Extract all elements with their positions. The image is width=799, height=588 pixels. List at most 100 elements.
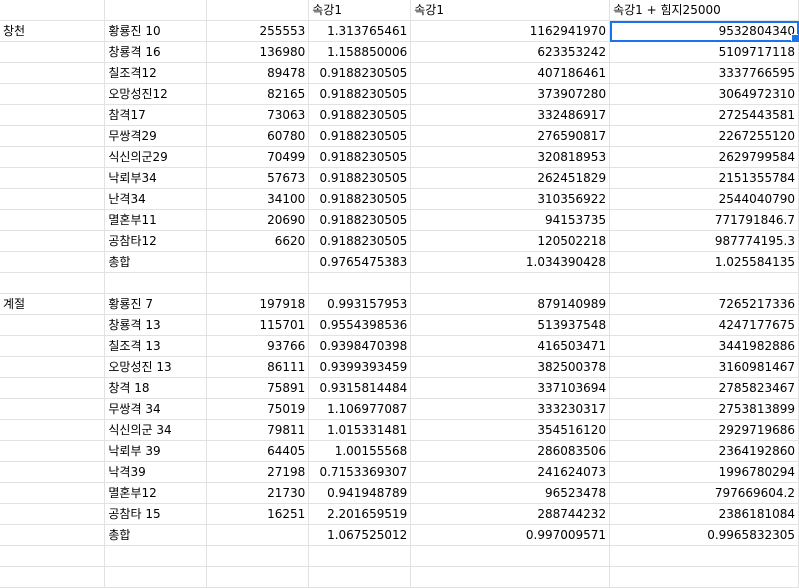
cell[interactable]: 멸혼부11 xyxy=(104,209,208,231)
cell[interactable]: 16251 xyxy=(206,503,310,525)
cell[interactable]: 86111 xyxy=(206,356,310,378)
cell[interactable]: 34100 xyxy=(206,188,310,210)
cell[interactable]: 2.201659519 xyxy=(308,503,412,525)
cell[interactable]: 255553 xyxy=(206,20,310,42)
cell[interactable]: 난격34 xyxy=(104,188,208,210)
cell[interactable]: 2753813899 xyxy=(609,398,799,420)
cell[interactable] xyxy=(0,314,106,336)
cell[interactable]: 0.9188230505 xyxy=(308,188,412,210)
cell[interactable]: 416503471 xyxy=(410,335,611,357)
cell[interactable]: 무쌍격29 xyxy=(104,125,208,147)
cell[interactable]: 262451829 xyxy=(410,167,611,189)
cell[interactable]: 1.015331481 xyxy=(308,419,412,441)
cell[interactable] xyxy=(0,545,106,567)
cell[interactable]: 771791846.7 xyxy=(609,209,799,231)
cell[interactable]: 1.106977087 xyxy=(308,398,412,420)
cell[interactable]: 332486917 xyxy=(410,104,611,126)
cell[interactable]: 82165 xyxy=(206,83,310,105)
cell[interactable]: 총합 xyxy=(104,524,208,546)
cell[interactable] xyxy=(206,566,310,588)
cell[interactable] xyxy=(0,356,106,378)
cell[interactable]: 0.9188230505 xyxy=(308,230,412,252)
cell[interactable] xyxy=(0,230,106,252)
cell[interactable]: 197918 xyxy=(206,293,310,315)
cell[interactable]: 2364192860 xyxy=(609,440,799,462)
cell[interactable]: 낙뢰부34 xyxy=(104,167,208,189)
cell[interactable]: 320818953 xyxy=(410,146,611,168)
cell[interactable] xyxy=(0,440,106,462)
header-cell[interactable] xyxy=(0,0,106,21)
cell[interactable] xyxy=(0,209,106,231)
cell[interactable]: 0.9399393459 xyxy=(308,356,412,378)
cell[interactable]: 공참타 15 xyxy=(104,503,208,525)
cell[interactable]: 0.9188230505 xyxy=(308,125,412,147)
cell[interactable] xyxy=(0,419,106,441)
cell[interactable] xyxy=(0,335,106,357)
cell[interactable]: 멸혼부12 xyxy=(104,482,208,504)
cell[interactable] xyxy=(0,104,106,126)
cell[interactable]: 73063 xyxy=(206,104,310,126)
cell[interactable] xyxy=(0,251,106,273)
cell[interactable]: 0.9554398536 xyxy=(308,314,412,336)
cell[interactable] xyxy=(609,272,799,294)
cell[interactable]: 낙뢰부 39 xyxy=(104,440,208,462)
cell[interactable]: 21730 xyxy=(206,482,310,504)
cell[interactable]: 황룡진 10 xyxy=(104,20,208,42)
cell[interactable]: 2386181084 xyxy=(609,503,799,525)
cell[interactable]: 1162941970 xyxy=(410,20,611,42)
cell[interactable]: 0.9398470398 xyxy=(308,335,412,357)
cell[interactable] xyxy=(308,272,412,294)
cell[interactable]: 0.9315814484 xyxy=(308,377,412,399)
cell[interactable]: 310356922 xyxy=(410,188,611,210)
cell[interactable]: 창격 18 xyxy=(104,377,208,399)
cell[interactable] xyxy=(206,272,310,294)
cell[interactable] xyxy=(0,398,106,420)
cell[interactable] xyxy=(206,545,310,567)
cell[interactable] xyxy=(609,566,799,588)
cell[interactable]: 879140989 xyxy=(410,293,611,315)
cell[interactable]: 136980 xyxy=(206,41,310,63)
selected-cell[interactable]: 9532804340 xyxy=(609,20,799,42)
cell[interactable] xyxy=(0,377,106,399)
cell[interactable] xyxy=(0,566,106,588)
cell[interactable] xyxy=(410,566,611,588)
cell[interactable] xyxy=(0,41,106,63)
cell[interactable]: 0.9188230505 xyxy=(308,104,412,126)
cell[interactable] xyxy=(0,146,106,168)
cell[interactable]: 1.158850006 xyxy=(308,41,412,63)
cell[interactable]: 공참타12 xyxy=(104,230,208,252)
cell[interactable]: 89478 xyxy=(206,62,310,84)
cell[interactable] xyxy=(104,272,208,294)
cell[interactable]: 참격17 xyxy=(104,104,208,126)
cell[interactable]: 382500378 xyxy=(410,356,611,378)
cell[interactable]: 3441982886 xyxy=(609,335,799,357)
cell[interactable]: 288744232 xyxy=(410,503,611,525)
cell[interactable]: 286083506 xyxy=(410,440,611,462)
cell[interactable]: 3337766595 xyxy=(609,62,799,84)
cell[interactable] xyxy=(410,272,611,294)
cell[interactable]: 식신의군 34 xyxy=(104,419,208,441)
cell[interactable]: 오망성진 13 xyxy=(104,356,208,378)
cell[interactable]: 1.025584135 xyxy=(609,251,799,273)
cell[interactable]: 797669604.2 xyxy=(609,482,799,504)
cell[interactable]: 0.997009571 xyxy=(410,524,611,546)
cell[interactable]: 무쌍격 34 xyxy=(104,398,208,420)
cell[interactable]: 칠조격12 xyxy=(104,62,208,84)
cell[interactable] xyxy=(609,545,799,567)
cell[interactable] xyxy=(0,62,106,84)
cell[interactable]: 낙격39 xyxy=(104,461,208,483)
cell[interactable] xyxy=(0,83,106,105)
cell[interactable] xyxy=(0,272,106,294)
cell[interactable]: 407186461 xyxy=(410,62,611,84)
cell[interactable]: 241624073 xyxy=(410,461,611,483)
cell[interactable]: 0.9188230505 xyxy=(308,83,412,105)
cell[interactable] xyxy=(206,524,310,546)
cell[interactable]: 1.067525012 xyxy=(308,524,412,546)
cell[interactable] xyxy=(104,545,208,567)
cell[interactable]: 창룡격 13 xyxy=(104,314,208,336)
cell[interactable]: 0.993157953 xyxy=(308,293,412,315)
cell[interactable]: 1.034390428 xyxy=(410,251,611,273)
cell[interactable] xyxy=(0,167,106,189)
cell[interactable] xyxy=(104,566,208,588)
cell[interactable]: 1996780294 xyxy=(609,461,799,483)
